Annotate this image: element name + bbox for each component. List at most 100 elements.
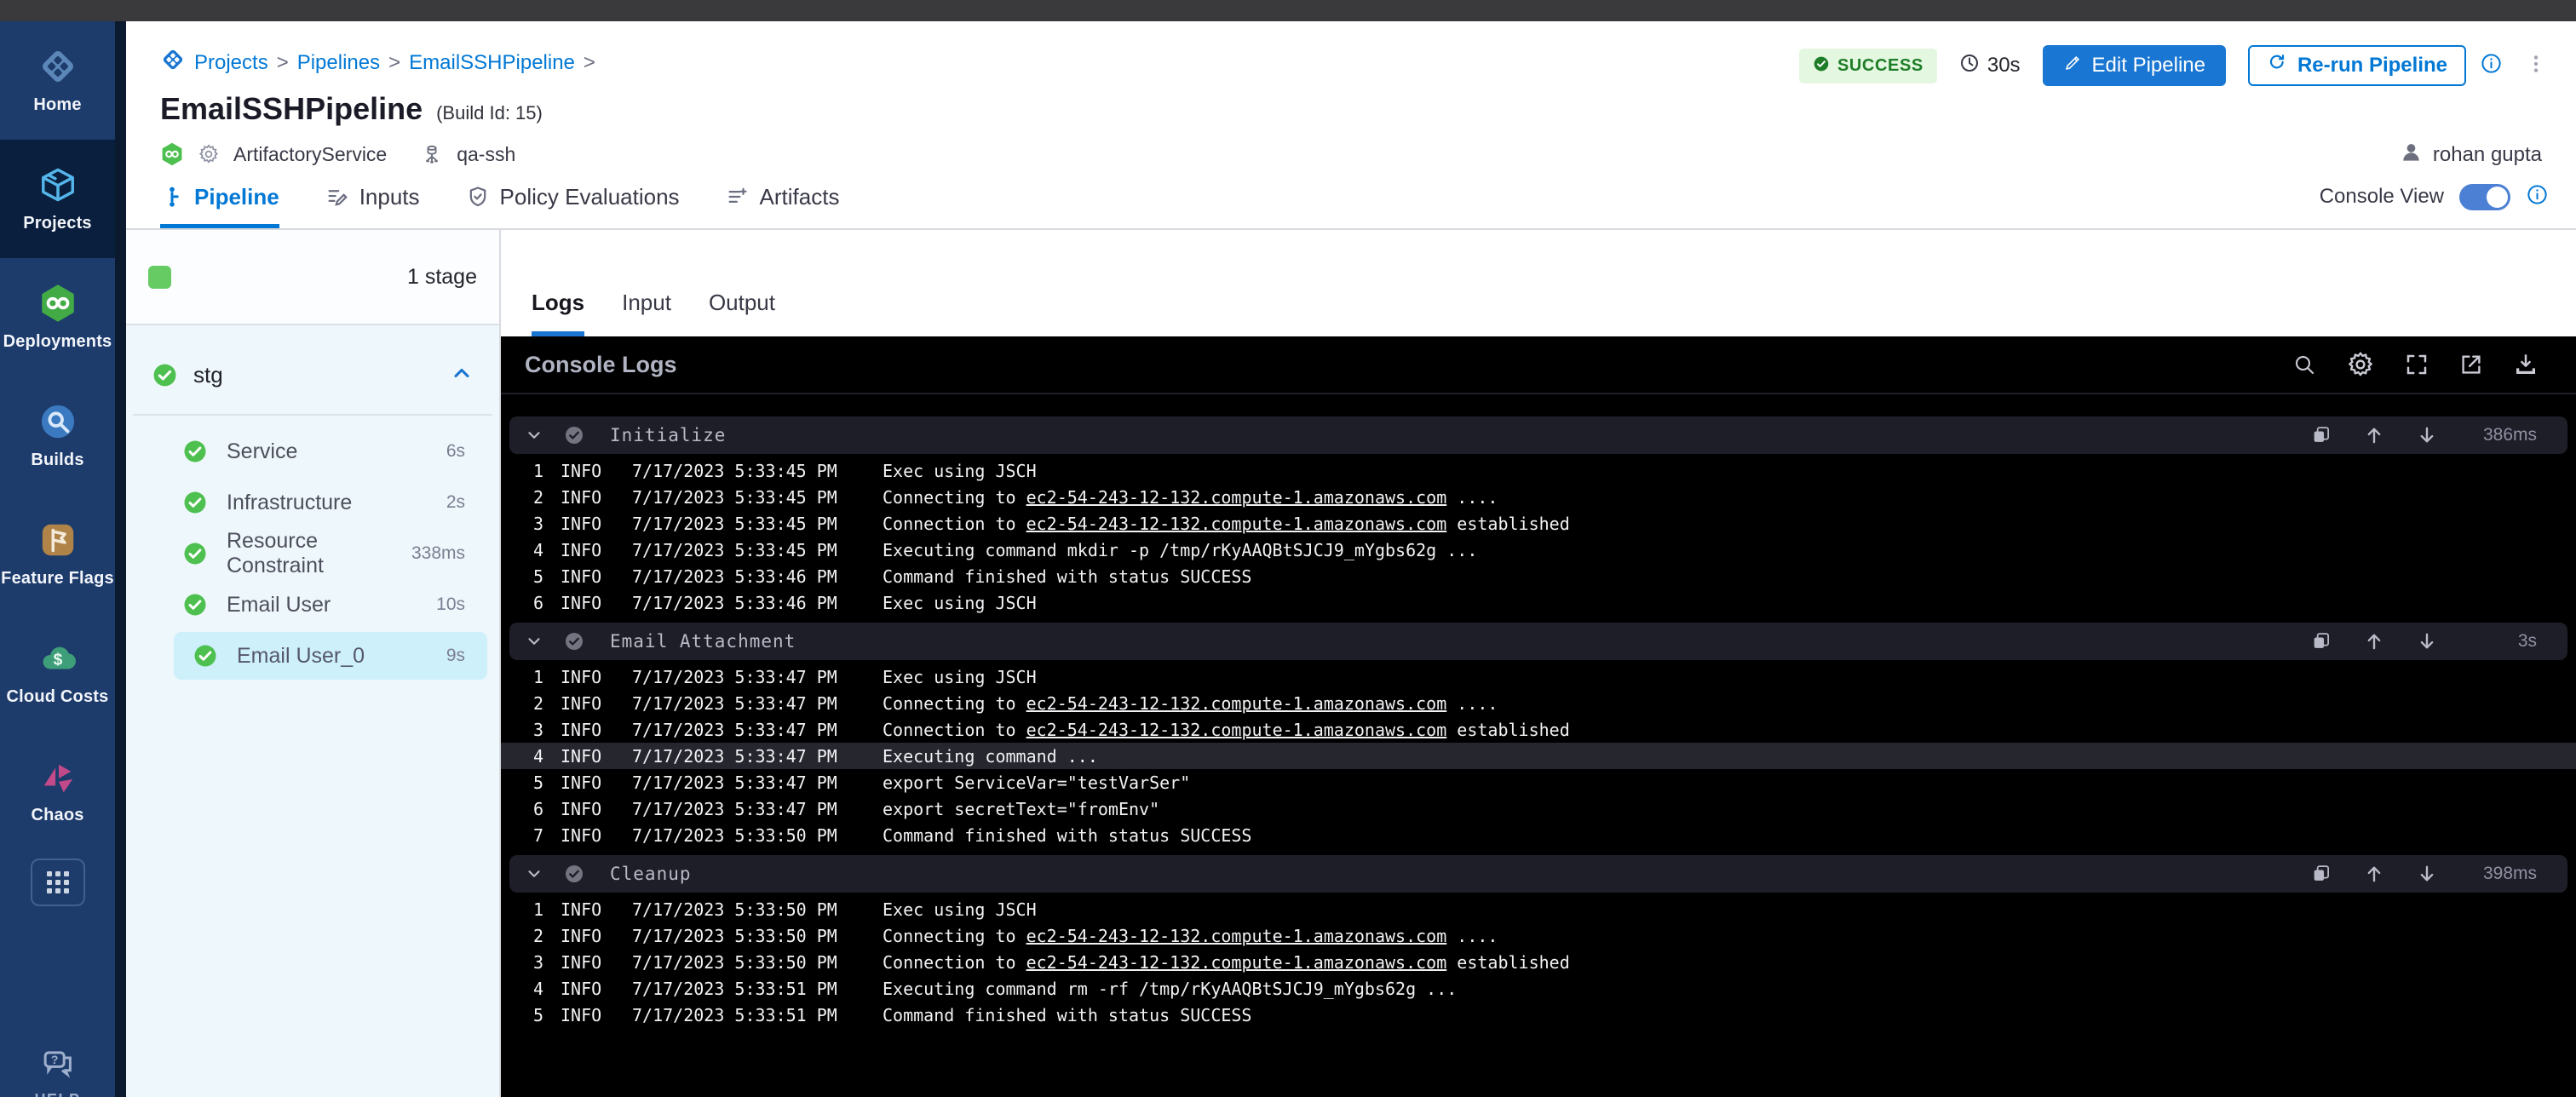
log-timestamp: 7/17/2023 5:33:50 PM xyxy=(632,926,837,946)
open-in-new-icon[interactable] xyxy=(2458,352,2484,377)
tab-pipeline[interactable]: Pipeline xyxy=(160,165,279,228)
arrow-up-icon[interactable] xyxy=(2363,630,2385,652)
tab-policy-evaluations[interactable]: Policy Evaluations xyxy=(466,165,680,228)
duration-label: 30s xyxy=(1987,54,2021,78)
log-text: Command finished with status SUCCESS xyxy=(883,566,1251,587)
rerun-pipeline-button[interactable]: Re-run Pipeline xyxy=(2248,45,2466,86)
breadcrumb-separator: > xyxy=(277,51,289,75)
log-timestamp: 7/17/2023 5:33:47 PM xyxy=(632,667,837,687)
log-timestamp: 7/17/2023 5:33:45 PM xyxy=(632,540,837,560)
log-section-header-email-attachment[interactable]: Email Attachment3s xyxy=(509,623,2567,660)
log-text: Connection to xyxy=(883,720,1026,740)
sidebar-item-projects[interactable]: Projects xyxy=(0,140,115,258)
copy-icon[interactable] xyxy=(2310,424,2332,446)
arrow-up-icon[interactable] xyxy=(2363,424,2385,446)
check-circle-icon xyxy=(564,631,584,652)
log-level: INFO xyxy=(561,461,612,481)
log-line: 3INFO7/17/2023 5:33:47 PMConnection to e… xyxy=(501,716,2576,743)
clock-icon xyxy=(1959,53,1980,79)
log-message: export secretText="fromEnv" xyxy=(883,799,1159,819)
execution-duration: 30s xyxy=(1959,53,2021,79)
console-toolbar xyxy=(2291,350,2539,379)
sidebar-item-feature-flags[interactable]: Feature Flags xyxy=(0,495,115,613)
chaos-icon xyxy=(38,757,78,796)
edit-pipeline-button[interactable]: Edit Pipeline xyxy=(2043,45,2226,86)
tab-inputs[interactable]: Inputs xyxy=(325,165,420,228)
log-section-header-initialize[interactable]: Initialize386ms xyxy=(509,416,2567,454)
sidebar-item-label: Builds xyxy=(31,451,83,470)
stage-row-stg[interactable]: stg xyxy=(126,349,499,400)
apps-grid-button[interactable] xyxy=(31,859,85,906)
sidebar-item-home[interactable]: Home xyxy=(0,21,115,140)
fullscreen-icon[interactable] xyxy=(2404,352,2429,377)
log-line-number: 2 xyxy=(509,693,543,714)
console-tab-output[interactable]: Output xyxy=(709,290,775,336)
console-tab-input[interactable]: Input xyxy=(622,290,671,336)
chevron-down-icon[interactable] xyxy=(525,864,543,883)
sidebar-item-label: Projects xyxy=(23,214,92,233)
sidebar-item-label: Cloud Costs xyxy=(7,687,109,707)
kebab-menu-icon[interactable] xyxy=(2525,53,2547,79)
search-icon[interactable] xyxy=(2291,352,2317,377)
gear-icon[interactable] xyxy=(2346,350,2375,379)
tab-artifacts[interactable]: Artifacts xyxy=(726,165,840,228)
step-row-email-user-0[interactable]: Email User_09s xyxy=(174,632,487,680)
log-message: Executing command mkdir -p /tmp/rKyAAQBt… xyxy=(883,540,1477,560)
sidebar-item-chaos[interactable]: Chaos xyxy=(0,732,115,850)
sidebar-item-cloud-costs[interactable]: $Cloud Costs xyxy=(0,613,115,732)
breadcrumb-pipeline-name[interactable]: EmailSSHPipeline xyxy=(409,51,575,75)
shield-check-icon xyxy=(466,185,490,209)
chevron-up-icon[interactable] xyxy=(450,361,474,389)
sidebar-help[interactable]: ? HELP xyxy=(0,1046,115,1097)
step-row-resource-constraint[interactable]: Resource Constraint338ms xyxy=(126,528,499,579)
step-row-service[interactable]: Service6s xyxy=(126,426,499,477)
step-row-infrastructure[interactable]: Infrastructure2s xyxy=(126,477,499,528)
step-name: Email User_0 xyxy=(237,644,365,669)
log-line: 5INFO7/17/2023 5:33:51 PMCommand finishe… xyxy=(501,1002,2576,1028)
breadcrumb-pipelines[interactable]: Pipelines xyxy=(297,51,380,75)
log-message: Connection to ec2-54-243-12-132.compute-… xyxy=(883,514,1570,534)
log-line-number: 1 xyxy=(509,461,543,481)
log-link[interactable]: ec2-54-243-12-132.compute-1.amazonaws.co… xyxy=(1026,514,1447,534)
log-line: 2INFO7/17/2023 5:33:45 PMConnecting to e… xyxy=(501,484,2576,510)
log-link[interactable]: ec2-54-243-12-132.compute-1.amazonaws.co… xyxy=(1026,926,1447,946)
arrow-down-icon[interactable] xyxy=(2416,630,2438,652)
log-line: 6INFO7/17/2023 5:33:46 PMExec using JSCH xyxy=(501,589,2576,616)
gear-icon xyxy=(198,143,220,165)
rerun-group: Re-run Pipeline xyxy=(2248,45,2503,86)
log-text: .... xyxy=(1446,487,1498,508)
check-circle-icon xyxy=(564,425,584,445)
log-line-number: 5 xyxy=(509,772,543,793)
info-icon[interactable] xyxy=(2480,52,2503,79)
log-link[interactable]: ec2-54-243-12-132.compute-1.amazonaws.co… xyxy=(1026,693,1447,714)
arrow-down-icon[interactable] xyxy=(2416,863,2438,885)
log-message: Exec using JSCH xyxy=(883,667,1037,687)
step-row-email-user[interactable]: Email User10s xyxy=(126,579,499,630)
copy-icon[interactable] xyxy=(2310,630,2332,652)
breadcrumb-projects[interactable]: Projects xyxy=(194,51,268,75)
log-section-duration: 398ms xyxy=(2469,864,2537,884)
sidebar-item-builds[interactable]: Builds xyxy=(0,376,115,495)
console-logs-panel: Console Logs xyxy=(501,336,2576,1097)
arrow-down-icon[interactable] xyxy=(2416,424,2438,446)
log-text: Connecting to xyxy=(883,926,1026,946)
check-circle-icon xyxy=(193,643,218,669)
sidebar-item-deployments[interactable]: Deployments xyxy=(0,258,115,376)
console-view-toggle[interactable] xyxy=(2459,184,2510,210)
download-icon[interactable] xyxy=(2513,352,2539,377)
log-level: INFO xyxy=(561,487,612,508)
log-link[interactable]: ec2-54-243-12-132.compute-1.amazonaws.co… xyxy=(1026,720,1447,740)
log-section-header-cleanup[interactable]: Cleanup398ms xyxy=(509,855,2567,893)
log-level: INFO xyxy=(561,772,612,793)
log-link[interactable]: ec2-54-243-12-132.compute-1.amazonaws.co… xyxy=(1026,487,1447,508)
chevron-down-icon[interactable] xyxy=(525,426,543,445)
log-line-number: 3 xyxy=(509,952,543,973)
log-timestamp: 7/17/2023 5:33:47 PM xyxy=(632,799,837,819)
console-tab-logs[interactable]: Logs xyxy=(532,290,584,336)
log-link[interactable]: ec2-54-243-12-132.compute-1.amazonaws.co… xyxy=(1026,952,1447,973)
copy-icon[interactable] xyxy=(2310,863,2332,885)
info-icon[interactable] xyxy=(2526,183,2549,210)
arrow-up-icon[interactable] xyxy=(2363,863,2385,885)
stage-panel: 1 stage stg Service6sInfrastructure2sRes… xyxy=(126,230,501,1097)
chevron-down-icon[interactable] xyxy=(525,632,543,651)
